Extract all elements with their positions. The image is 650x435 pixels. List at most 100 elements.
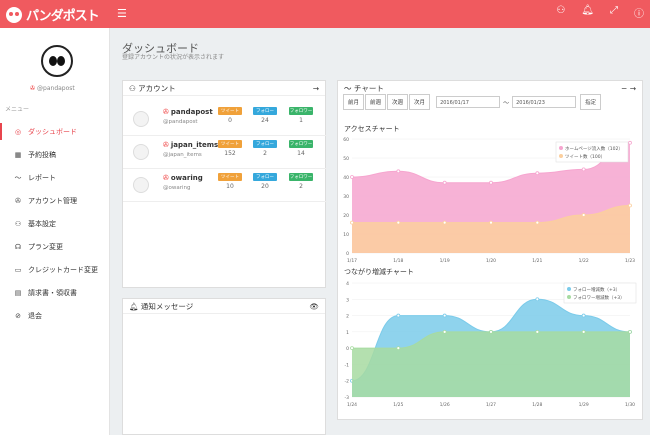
- expand-icon[interactable]: ⤢: [610, 5, 618, 20]
- sidebar-item-0[interactable]: ◎ ダッシュボード: [0, 120, 110, 143]
- data-point[interactable]: [350, 175, 354, 179]
- y-tick-label: 0: [346, 346, 349, 352]
- sidebar-nav: ◎ ダッシュボード ▦ 予約投稿〜レポート ✇ アカウント管理 ⚇ 基本設定 ☊ プラン変更 ▭ クレ…: [0, 120, 110, 327]
- help-icon[interactable]: ⓘ: [634, 5, 644, 20]
- data-point[interactable]: [581, 213, 586, 217]
- data-point[interactable]: [396, 220, 401, 225]
- sidebar-item-5[interactable]: ☊ プラン変更: [0, 235, 110, 258]
- data-point[interactable]: [489, 180, 493, 185]
- x-tick-label: 1/21: [532, 258, 542, 264]
- profile-avatar: [41, 45, 73, 77]
- chart-panel-title: 〜 チャート: [344, 84, 384, 93]
- sidebar-item-label: レポート: [28, 173, 56, 182]
- y-tick-label: 50: [343, 156, 349, 162]
- account-row[interactable]: ✇ pandapost @pandapost ツイート 0 フォロー 24 フォロワー 1: [123, 103, 327, 136]
- sidebar-item-1[interactable]: ▦ 予約投稿: [0, 143, 110, 166]
- legend-swatch: [559, 154, 563, 158]
- data-point[interactable]: [396, 169, 401, 174]
- date-separator: 〜: [503, 99, 510, 107]
- prev-week-button[interactable]: 前週: [365, 94, 387, 110]
- follow-badge: フォロー: [253, 140, 277, 148]
- access-chart: 0 10 20 30 40 50 60 1/17 1/18 1/19 1/20 1/21 1/22 1/2…: [343, 137, 635, 264]
- follower-badge: フォロワー: [289, 173, 313, 181]
- account-row[interactable]: ✇ owaring @owaring ツイート 10 フォロー 20 フォロワー 2: [123, 169, 327, 202]
- account-avatar: [133, 177, 149, 193]
- data-point[interactable]: [628, 140, 632, 145]
- sidebar-item-label: 請求書・領収書: [28, 288, 77, 297]
- top-bar: パンダポスト ☰ ⚇ 🔔︎ ⤢ ⓘ: [0, 0, 650, 28]
- next-month-button[interactable]: 次月: [409, 94, 431, 110]
- date-from-input[interactable]: 2016/01/17: [436, 96, 501, 108]
- y-tick-label: -3: [345, 395, 350, 401]
- data-point[interactable]: [442, 313, 447, 318]
- weibo-icon: ✇: [15, 196, 21, 205]
- y-tick-label: 30: [343, 194, 349, 200]
- arrow-right-icon[interactable]: →: [630, 84, 636, 93]
- data-point[interactable]: [581, 329, 586, 334]
- data-point[interactable]: [581, 313, 586, 318]
- data-point[interactable]: [350, 346, 354, 351]
- x-tick-label: 1/29: [579, 402, 589, 408]
- minimize-icon[interactable]: −: [621, 84, 627, 93]
- data-point[interactable]: [535, 297, 540, 302]
- data-point[interactable]: [350, 220, 354, 225]
- logo[interactable]: パンダポスト: [6, 5, 100, 24]
- y-tick-label: 0: [346, 251, 349, 257]
- follow-badge: フォロー: [253, 107, 277, 115]
- follow-count: 20: [261, 183, 269, 190]
- sidebar-item-6[interactable]: ▭ クレジットカード変更: [0, 258, 110, 281]
- data-point[interactable]: [581, 167, 586, 172]
- apply-date-button[interactable]: 指定: [580, 94, 602, 110]
- user-icon: ⚇: [14, 219, 22, 228]
- panda-logo-icon: [6, 6, 22, 23]
- follower-count: 1: [299, 117, 303, 124]
- tweet-count: 152: [224, 150, 236, 157]
- data-point[interactable]: [535, 171, 540, 176]
- sidebar-item-7[interactable]: ▤ 請求書・領収書: [0, 281, 110, 304]
- data-point[interactable]: [535, 220, 540, 225]
- menu-label: メニュー: [5, 106, 30, 113]
- account-handle: @pandapost: [163, 119, 198, 125]
- chart-panel: 〜 チャート − → 前月 前週 次週 次月 2016/01/17 〜 2016/…: [337, 80, 643, 420]
- tweet-stat: ツイート 152: [218, 140, 242, 157]
- bell-icon[interactable]: 🔔︎: [581, 5, 594, 20]
- data-point[interactable]: [396, 346, 401, 351]
- tweet-count: 0: [228, 117, 232, 124]
- data-point[interactable]: [442, 180, 447, 185]
- date-to-input[interactable]: 2016/01/23: [512, 96, 577, 108]
- tweet-badge: ツイート: [218, 173, 242, 181]
- eye-icon[interactable]: 👁︎: [309, 302, 319, 311]
- data-point[interactable]: [396, 313, 401, 318]
- profile-handle: ✇ @pandapost: [30, 85, 75, 92]
- tweet-stat: ツイート 0: [218, 107, 242, 124]
- data-point[interactable]: [489, 220, 493, 225]
- sidebar-item-3[interactable]: ✇ アカウント管理: [0, 189, 110, 212]
- data-point[interactable]: [442, 329, 447, 334]
- hamburger-menu-icon[interactable]: ☰: [117, 7, 127, 20]
- data-point[interactable]: [489, 329, 493, 334]
- sidebar-item-8[interactable]: ⊘ 退会: [0, 304, 110, 327]
- follow-count: 2: [263, 150, 267, 157]
- account-handle: @owaring: [163, 185, 191, 191]
- weibo-icon: ✇: [163, 108, 169, 116]
- y-tick-label: 3: [346, 297, 349, 303]
- connections-chart: -3 -2 -1 0 1 2 3 4 1/24 1/25 1/26 1/27 1/28 1/29 1/30 フ…: [345, 281, 637, 408]
- headset-icon: ☊: [14, 242, 22, 251]
- data-point[interactable]: [628, 329, 632, 334]
- sidebar-item-4[interactable]: ⚇ 基本設定: [0, 212, 110, 235]
- notification-panel: 🔔︎ 通知メッセージ 👁︎: [122, 298, 326, 435]
- data-point[interactable]: [442, 220, 447, 225]
- arrow-right-icon[interactable]: →: [313, 84, 319, 93]
- data-point[interactable]: [535, 329, 540, 334]
- follow-count: 24: [261, 117, 269, 124]
- follower-stat: フォロワー 1: [289, 107, 313, 124]
- account-panel: ⚇ アカウント → ✇ pandapost @pandapost ツイート 0 フォロー 24…: [122, 80, 327, 288]
- prev-month-button[interactable]: 前月: [343, 94, 365, 110]
- user-add-icon[interactable]: ⚇: [556, 5, 565, 20]
- sidebar-item-2[interactable]: 〜レポート: [0, 166, 110, 189]
- account-row[interactable]: ✇ japan_items @japan_items ツイート 152 フォロー 2 フォロワ…: [123, 136, 327, 169]
- sidebar-item-label: プラン変更: [28, 242, 63, 251]
- next-week-button[interactable]: 次週: [387, 94, 409, 110]
- document-icon: ▤: [14, 288, 22, 297]
- data-point[interactable]: [628, 203, 632, 208]
